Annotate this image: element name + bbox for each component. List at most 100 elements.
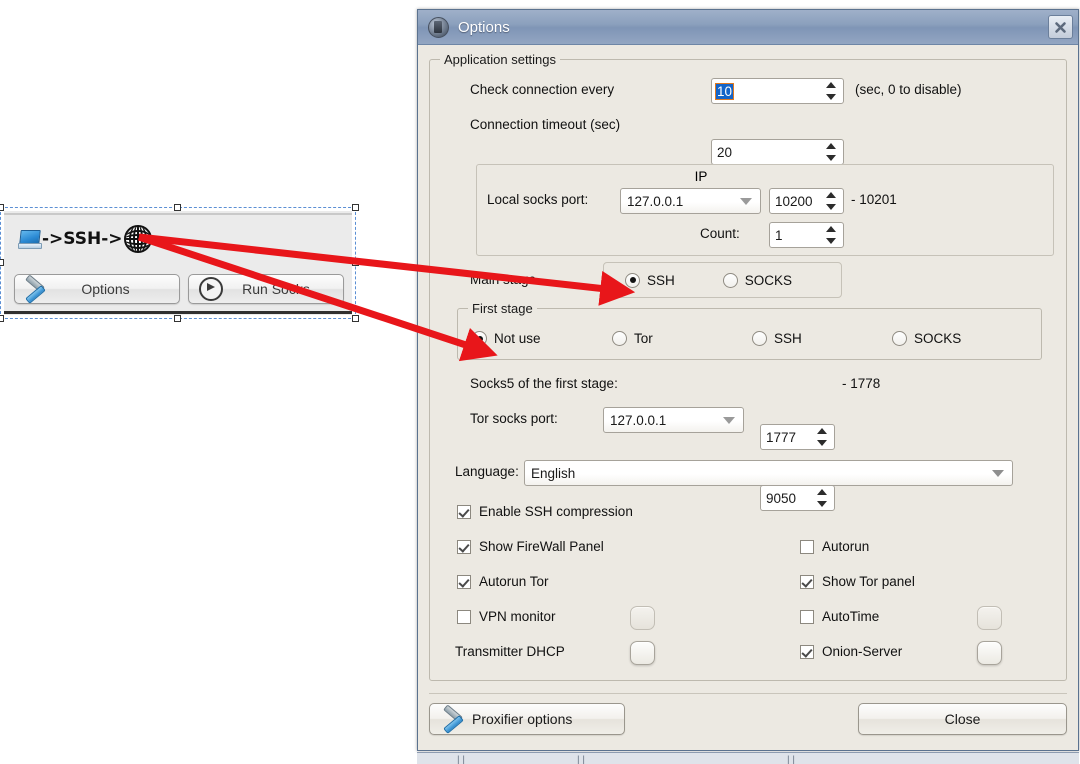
dialog-titlebar[interactable]: Options <box>418 10 1078 45</box>
checkbox-show-firewall-panel[interactable]: Show FireWall Panel <box>457 539 604 554</box>
first-stage-radio-not-use[interactable]: Not use <box>472 331 612 346</box>
radio-icon <box>472 331 487 346</box>
checkbox-icon <box>800 574 814 589</box>
widget-top-divider <box>4 213 352 215</box>
resize-handle-se[interactable] <box>352 315 359 322</box>
ip-group: IP Local socks port: 127.0.0.1 10200 - 1… <box>476 164 1054 256</box>
checkbox-icon <box>800 539 814 554</box>
socks5-first-stage-input[interactable]: 1777 <box>760 424 835 450</box>
socks5-first-stage-range: - 1778 <box>842 376 881 391</box>
radio-icon <box>892 331 907 346</box>
radio-icon <box>722 272 738 288</box>
toggle-vpn-monitor[interactable] <box>630 606 655 630</box>
first-stage-radio-tor[interactable]: Tor <box>612 331 752 346</box>
socks5-first-stage-label-row: Socks5 of the first stage: <box>470 376 618 391</box>
check-connection-value: 10 <box>714 82 735 100</box>
language-label-row: Language: <box>455 464 519 479</box>
language-label: Language: <box>455 464 519 479</box>
language-value: English <box>531 465 576 481</box>
main-stage-label-row: Main stage <box>470 272 536 287</box>
check-connection-input[interactable]: 10 <box>711 78 844 104</box>
chevron-down-icon[interactable] <box>723 417 735 424</box>
spinner-arrows-icon[interactable] <box>826 142 837 162</box>
checkbox-autorun-tor[interactable]: Autorun Tor <box>457 574 549 589</box>
widget-options-label: Options <box>81 281 130 297</box>
main-stage-radio-socks[interactable]: SOCKS <box>722 272 792 288</box>
connection-timeout-row: Connection timeout (sec) <box>470 117 620 132</box>
socks5-first-stage-label: Socks5 of the first stage: <box>470 376 618 391</box>
checkbox-autotime[interactable]: AutoTime <box>800 609 879 624</box>
first-stage-radio-socks[interactable]: SOCKS <box>892 331 1032 346</box>
connection-timeout-input[interactable]: 20 <box>711 139 844 165</box>
spinner-arrows-icon[interactable] <box>826 191 837 211</box>
spinner-arrows-icon[interactable] <box>826 225 837 245</box>
local-socks-host-value: 127.0.0.1 <box>627 193 684 209</box>
local-socks-port-input[interactable]: 10200 <box>769 188 844 214</box>
count-input[interactable]: 1 <box>769 222 844 248</box>
radio-icon <box>752 331 767 346</box>
background-window-strip: | | | | | | <box>417 752 1079 764</box>
connection-timeout-label: Connection timeout (sec) <box>470 117 621 132</box>
main-stage-radio-ssh[interactable]: SSH <box>625 272 675 288</box>
spinner-arrows-icon[interactable] <box>826 81 837 101</box>
local-socks-port-label: Local socks port: <box>487 192 589 207</box>
checkbox-icon <box>457 539 471 554</box>
local-socks-port-label-row: Local socks port: <box>487 192 588 207</box>
close-button[interactable]: Close <box>858 703 1067 735</box>
socks5-first-stage-value: 1777 <box>766 429 797 445</box>
checkbox-autorun[interactable]: Autorun <box>800 539 869 554</box>
tor-socks-host-value: 127.0.0.1 <box>610 412 667 428</box>
play-icon <box>199 277 223 301</box>
widget-chain-label: ->SSH-> <box>42 229 123 249</box>
resize-handle-n[interactable] <box>174 204 181 211</box>
widget-run-socks-button[interactable]: Run Socks <box>188 274 344 304</box>
resize-handle-ne[interactable] <box>352 204 359 211</box>
resize-handle-e[interactable] <box>352 259 359 266</box>
widget-run-socks-label: Run Socks <box>242 281 310 297</box>
proxifier-options-label: Proxifier options <box>472 711 573 727</box>
chevron-down-icon[interactable] <box>740 198 752 205</box>
first-stage-legend: First stage <box>468 301 537 316</box>
resize-handle-w[interactable] <box>0 259 4 266</box>
label-transmitter-dhcp: Transmitter DHCP <box>455 644 565 659</box>
close-icon[interactable] <box>1048 15 1073 39</box>
local-socks-port-value: 10200 <box>775 193 813 209</box>
application-settings-group: Application settings Check connection ev… <box>429 52 1067 681</box>
main-stage-label: Main stage <box>470 272 537 287</box>
language-combo[interactable]: English <box>524 460 1013 486</box>
checkbox-vpn-monitor[interactable]: VPN monitor <box>457 609 556 624</box>
spinner-arrows-icon[interactable] <box>817 488 828 508</box>
checkbox-icon <box>457 504 471 519</box>
first-stage-radio-ssh[interactable]: SSH <box>752 331 892 346</box>
check-connection-label: Check connection every <box>470 82 615 97</box>
checkbox-show-tor-panel[interactable]: Show Tor panel <box>800 574 915 589</box>
resize-handle-sw[interactable] <box>0 315 4 322</box>
tools-icon <box>24 274 46 304</box>
local-socks-host-combo[interactable]: 127.0.0.1 <box>620 188 761 214</box>
chevron-down-icon[interactable] <box>992 470 1004 477</box>
toggle-transmitter-dhcp[interactable] <box>630 641 655 665</box>
first-stage-radio-group: Not use Tor SSH SOCKS <box>472 331 1032 346</box>
resize-handle-s[interactable] <box>174 315 181 322</box>
radio-icon <box>625 272 640 288</box>
checkbox-icon <box>457 609 471 624</box>
spinner-arrows-icon[interactable] <box>817 427 828 447</box>
dialog-title: Options <box>458 18 510 36</box>
check-connection-hint: (sec, 0 to disable) <box>855 82 962 97</box>
tor-socks-host-combo[interactable]: 127.0.0.1 <box>603 407 744 433</box>
checkbox-icon <box>457 574 471 589</box>
checkbox-icon <box>800 644 814 659</box>
widget-title-row: ->SSH-> <box>18 222 152 256</box>
resize-handle-nw[interactable] <box>0 204 4 211</box>
radio-icon <box>612 331 627 346</box>
local-socks-port-range: - 10201 <box>851 192 897 207</box>
tor-socks-port-input[interactable]: 9050 <box>760 485 835 511</box>
toggle-onion-server[interactable] <box>977 641 1002 665</box>
widget-options-button[interactable]: Options <box>14 274 180 304</box>
checkbox-onion-server[interactable]: Onion-Server <box>800 644 902 659</box>
toggle-autotime[interactable] <box>977 606 1002 630</box>
checkbox-enable-ssh-compression[interactable]: Enable SSH compression <box>457 504 633 519</box>
proxifier-options-button[interactable]: Proxifier options <box>429 703 625 735</box>
check-connection-row: Check connection every <box>470 82 614 97</box>
ip-caption: IP <box>694 169 708 184</box>
